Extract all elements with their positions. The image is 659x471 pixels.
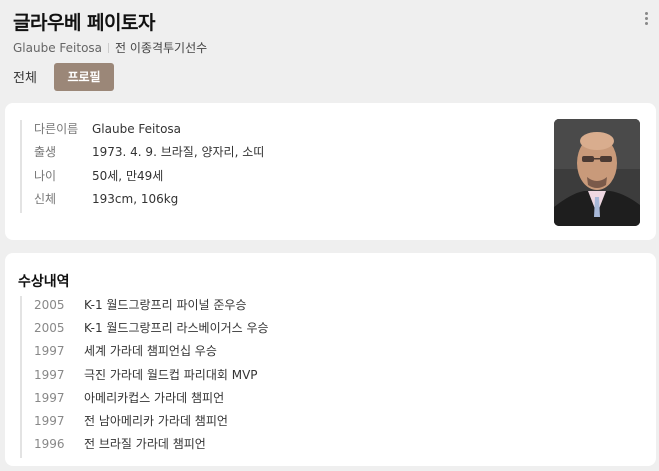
info-row-body: 신체 193cm, 106kg — [34, 190, 264, 213]
info-value: 1973. 4. 9. 브라질, 양자리, 소띠 — [92, 145, 265, 160]
award-year: 1997 — [34, 367, 65, 382]
info-label: 다른이름 — [34, 122, 79, 136]
awards-heading: 수상내역 — [18, 274, 70, 290]
award-item: 1997 전 남아메리카 가라데 챔피언 — [34, 412, 269, 435]
award-name: 아메리카컵스 가라데 챔피언 — [84, 390, 225, 405]
award-year: 1996 — [34, 437, 65, 452]
award-item: 1996 전 브라질 가라데 챔피언 — [34, 435, 269, 458]
portrait-image — [554, 119, 640, 226]
info-label: 나이 — [34, 168, 57, 183]
award-year: 2005 — [34, 321, 65, 336]
award-item: 1997 세계 가라데 챔피언십 우승 — [34, 342, 269, 365]
award-name: K-1 월드그랑프리 라스베이거스 우승 — [84, 321, 269, 336]
page-title: 글라우베 페이토자 — [13, 12, 155, 34]
occupation-text: 전 이종격투기선수 — [115, 41, 208, 55]
profile-card: 다른이름 Glaube Feitosa 출생 1973. 4. 9. 브라질, 양자… — [5, 103, 656, 240]
tab-all[interactable]: 전체 — [13, 67, 37, 86]
award-item: 2005 K-1 월드그랑프리 라스베이거스 우승 — [34, 319, 269, 342]
alias-text: Glaube Feitosa — [13, 41, 103, 55]
divider — [108, 43, 110, 53]
award-item: 2005 K-1 월드그랑프리 파이널 준우승 — [34, 296, 269, 319]
subtitle: Glaube Feitosa 전 이종격투기선수 — [13, 39, 207, 56]
award-year: 1997 — [34, 390, 65, 405]
profile-photo[interactable] — [554, 119, 640, 226]
awards-card: 수상내역 2005 K-1 월드그랑프리 파이널 준우승 2005 K-1 월드그랑… — [5, 253, 656, 466]
award-name: 전 브라질 가라데 챔피언 — [84, 437, 206, 452]
info-label: 신체 — [34, 191, 57, 206]
award-name: 극진 가라데 월드컵 파리대회 MVP — [84, 367, 258, 382]
award-year: 2005 — [34, 298, 65, 312]
award-year: 1997 — [34, 413, 65, 428]
award-year: 1997 — [34, 344, 65, 359]
info-value: 193cm, 106kg — [92, 191, 179, 206]
info-value: 50세, 만49세 — [92, 168, 164, 183]
info-label: 출생 — [34, 145, 57, 160]
tab-profile[interactable]: 프로필 — [54, 63, 114, 91]
info-value: Glaube Feitosa — [92, 122, 182, 136]
profile-info-list: 다른이름 Glaube Feitosa 출생 1973. 4. 9. 브라질, 양자… — [20, 120, 264, 214]
more-options-icon[interactable] — [643, 12, 649, 28]
award-item: 1997 아메리카컵스 가라데 챔피언 — [34, 389, 269, 412]
info-row-birth: 출생 1973. 4. 9. 브라질, 양자리, 소띠 — [34, 143, 264, 166]
awards-list: 2005 K-1 월드그랑프리 파이널 준우승 2005 K-1 월드그랑프리 라스… — [20, 296, 269, 459]
award-item: 1997 극진 가라데 월드컵 파리대회 MVP — [34, 366, 269, 389]
award-name: 세계 가라데 챔피언십 우승 — [84, 344, 217, 359]
award-name: 전 남아메리카 가라데 챔피언 — [84, 413, 228, 428]
info-row-alias: 다른이름 Glaube Feitosa — [34, 120, 264, 143]
award-name: K-1 월드그랑프리 파이널 준우승 — [84, 298, 247, 312]
info-row-age: 나이 50세, 만49세 — [34, 167, 264, 190]
profile-header: 글라우베 페이토자 Glaube Feitosa 전 이종격투기선수 전체 프로필 — [0, 0, 659, 100]
